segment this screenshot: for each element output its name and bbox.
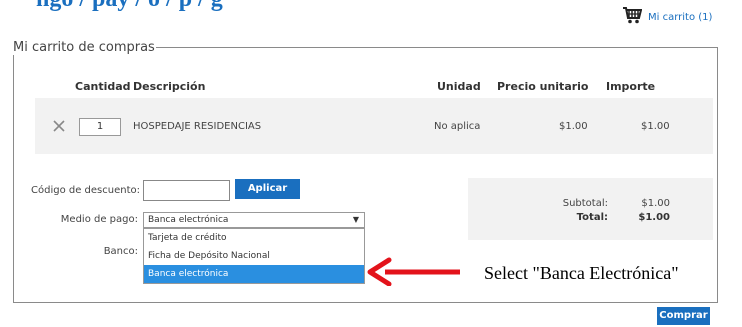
payment-option-deposit-slip[interactable]: Ficha de Depósito Nacional bbox=[144, 247, 364, 265]
column-header-unit: Unidad bbox=[437, 80, 481, 93]
column-header-amount: Importe bbox=[606, 80, 656, 93]
quantity-input[interactable]: 1 bbox=[79, 118, 121, 136]
cart-legend: Mi carrito de compras bbox=[13, 40, 155, 55]
column-header-unit-price: Precio unitario bbox=[497, 80, 589, 93]
item-unit: No aplica bbox=[434, 121, 481, 132]
payment-method-selected: Banca electrónica bbox=[148, 215, 229, 225]
payment-method-options: Tarjeta de crédito Ficha de Depósito Nac… bbox=[143, 228, 365, 284]
apply-discount-button[interactable]: Aplicar bbox=[235, 179, 300, 199]
payment-method-label: Medio de pago: bbox=[60, 214, 138, 225]
discount-code-label: Código de descuento: bbox=[31, 185, 140, 196]
annotation-text: Select "Banca Electrónica" bbox=[484, 263, 679, 283]
totals-panel bbox=[468, 178, 713, 240]
buy-button[interactable]: Comprar bbox=[657, 307, 710, 325]
remove-item-icon[interactable] bbox=[52, 118, 66, 137]
payment-option-credit-card[interactable]: Tarjeta de crédito bbox=[144, 229, 364, 247]
page-title-cropped: ngo / pay / o / p / g bbox=[36, 0, 223, 13]
item-description: HOSPEDAJE RESIDENCIAS bbox=[133, 121, 262, 132]
subtotal-label: Subtotal: bbox=[562, 198, 608, 209]
payment-method-select[interactable]: Banca electrónica ▼ bbox=[143, 212, 365, 228]
subtotal-value: $1.00 bbox=[641, 198, 670, 209]
column-header-quantity: Cantidad bbox=[75, 80, 131, 93]
bank-label: Banco: bbox=[103, 246, 138, 257]
item-unit-price: $1.00 bbox=[559, 121, 588, 132]
red-arrow-icon bbox=[367, 257, 460, 286]
shopping-cart-icon bbox=[622, 6, 642, 24]
dropdown-arrow-icon: ▼ bbox=[352, 215, 359, 224]
payment-option-e-banking[interactable]: Banca electrónica bbox=[144, 265, 364, 283]
total-value: $1.00 bbox=[638, 212, 670, 223]
cart-link[interactable]: Mi carrito (1) bbox=[622, 6, 712, 24]
item-amount: $1.00 bbox=[641, 121, 670, 132]
total-label: Total: bbox=[576, 212, 608, 223]
cart-link-label: Mi carrito (1) bbox=[648, 12, 713, 23]
column-header-description: Descripción bbox=[133, 80, 206, 93]
discount-code-input[interactable] bbox=[143, 180, 230, 201]
